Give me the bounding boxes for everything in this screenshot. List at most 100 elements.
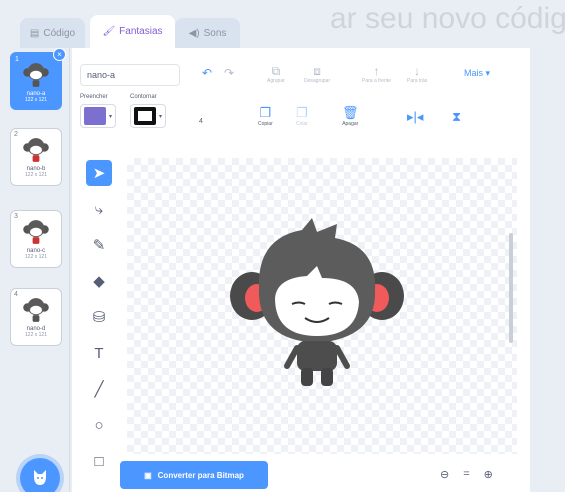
select-tool[interactable]: ➤ bbox=[86, 160, 112, 186]
fill-swatch bbox=[84, 107, 106, 125]
redo-button[interactable]: ↷ bbox=[224, 66, 234, 80]
costume-thumbnail bbox=[23, 220, 49, 244]
zoom-reset-icon[interactable]: = bbox=[463, 468, 469, 481]
reshape-icon: ⤷ bbox=[94, 200, 104, 218]
group-button[interactable]: ⧉ Agrupar bbox=[267, 64, 285, 84]
convert-to-bitmap-button[interactable]: ▣ Converter para Bitmap bbox=[120, 461, 268, 489]
reshape-tool[interactable]: ⤷ bbox=[86, 196, 112, 222]
costume-size: 122 x 121 bbox=[25, 97, 47, 103]
vertical-scrollbar[interactable] bbox=[509, 233, 513, 343]
outline-swatch bbox=[134, 107, 156, 125]
paste-button[interactable]: ❐ Colar bbox=[296, 105, 308, 128]
brush-icon: ✎ bbox=[92, 237, 106, 254]
fill-label: Preencher bbox=[80, 94, 108, 100]
add-costume-button[interactable] bbox=[20, 458, 60, 492]
backward-label: Para trás bbox=[407, 78, 428, 84]
redo-icon: ↷ bbox=[224, 66, 235, 80]
delete-label: Apagar bbox=[342, 121, 359, 127]
costume-item[interactable]: 2 nano-b 122 x 121 bbox=[10, 128, 62, 186]
costume-number: 2 bbox=[14, 131, 18, 138]
paint-bucket-icon: ⛁ bbox=[92, 309, 106, 326]
ungroup-button[interactable]: ⧈ Desagrupar bbox=[304, 64, 330, 84]
delete-button[interactable]: 🗑 Apagar bbox=[342, 105, 359, 128]
fill-color-picker[interactable]: ▾ bbox=[80, 104, 116, 128]
outline-width-value[interactable]: 4 bbox=[199, 118, 203, 125]
zoom-out-icon[interactable]: ⊖ bbox=[440, 468, 449, 481]
group-label: Agrupar bbox=[267, 78, 285, 84]
zoom-controls: ⊖ = ⊕ bbox=[440, 468, 493, 481]
costume-drawing bbox=[230, 218, 404, 386]
outline-color-picker[interactable]: ▾ bbox=[130, 104, 166, 128]
copy-label: Copiar bbox=[258, 121, 273, 127]
fill-tool[interactable]: ⛁ bbox=[86, 304, 112, 330]
arrow-cursor-icon: ➤ bbox=[92, 165, 106, 182]
costume-thumbnail bbox=[23, 138, 49, 162]
eraser-tool[interactable]: ◆ bbox=[86, 268, 112, 294]
more-button[interactable]: Mais ▾ bbox=[464, 68, 490, 79]
costume-size: 122 x 121 bbox=[25, 254, 47, 260]
chevron-down-icon: ▾ bbox=[485, 68, 491, 78]
cat-icon bbox=[34, 470, 46, 485]
tab-label: Fantasias bbox=[119, 26, 163, 37]
backward-button[interactable]: ↓ Para trás bbox=[407, 64, 427, 84]
image-icon: ▣ bbox=[144, 470, 152, 480]
costume-item[interactable]: 4 nano-d 122 x 121 bbox=[10, 288, 62, 346]
rectangle-icon: □ bbox=[94, 452, 104, 470]
arrow-up-icon: ↑ bbox=[373, 64, 380, 78]
costume-thumbnail bbox=[23, 63, 49, 87]
outline-label: Contornar bbox=[130, 94, 157, 100]
line-icon: ╱ bbox=[94, 381, 104, 398]
costume-size: 122 x 121 bbox=[25, 332, 47, 338]
eraser-icon: ◆ bbox=[93, 273, 105, 290]
text-icon: T bbox=[94, 344, 104, 362]
scratch-editor: ▤ Código 🖌 Fantasias ◀) Sons 1 × nano-a … bbox=[0, 0, 530, 492]
paste-label: Colar bbox=[296, 121, 308, 127]
paste-icon: ❐ bbox=[296, 105, 308, 120]
tab-bar: ▤ Código 🖌 Fantasias ◀) Sons bbox=[0, 10, 530, 48]
flip-horizontal-icon: ▸|◂ bbox=[407, 109, 424, 124]
paint-editor: ↶ ↷ ⧉ Agrupar ⧈ Desagrupar ↑ Para a fren… bbox=[72, 48, 530, 492]
costume-thumbnail bbox=[23, 298, 49, 322]
ungroup-icon: ⧈ bbox=[313, 64, 321, 78]
costume-item[interactable]: 3 nano-c 122 x 121 bbox=[10, 210, 62, 268]
caret-down-icon: ▾ bbox=[109, 113, 113, 120]
circle-tool[interactable]: ○ bbox=[86, 412, 112, 438]
rectangle-tool[interactable]: □ bbox=[86, 448, 112, 474]
copy-button[interactable]: ❐ Copiar bbox=[258, 105, 273, 128]
costume-list: 1 × nano-a 122 x 121 2 nano-b 122 x 121 … bbox=[0, 48, 70, 492]
tab-costumes[interactable]: 🖌 Fantasias bbox=[90, 15, 175, 48]
circle-icon: ○ bbox=[94, 416, 104, 434]
convert-label: Converter para Bitmap bbox=[157, 470, 244, 480]
tab-sounds[interactable]: ◀) Sons bbox=[175, 18, 240, 48]
tab-code[interactable]: ▤ Código bbox=[20, 18, 85, 48]
tab-label: Código bbox=[43, 27, 76, 39]
costume-number: 4 bbox=[14, 291, 18, 298]
delete-costume-icon[interactable]: × bbox=[53, 48, 66, 61]
trash-icon: 🗑 bbox=[342, 105, 359, 120]
toolbox: ➤ ⤷ ✎ ◆ ⛁ T ╱ ○ □ bbox=[82, 160, 116, 470]
flip-vertical-button[interactable]: ⧗ bbox=[452, 110, 461, 124]
forward-button[interactable]: ↑ Para a frente bbox=[362, 64, 391, 84]
more-label: Mais bbox=[464, 68, 484, 78]
ungroup-label: Desagrupar bbox=[304, 78, 331, 84]
costume-name-input[interactable] bbox=[80, 64, 180, 86]
flip-horizontal-button[interactable]: ▸|◂ bbox=[407, 110, 423, 124]
caret-down-icon: ▾ bbox=[159, 113, 163, 120]
flip-vertical-icon: ⧗ bbox=[452, 109, 462, 124]
costume-number: 3 bbox=[14, 213, 18, 220]
text-tool[interactable]: T bbox=[86, 340, 112, 366]
copy-icon: ❐ bbox=[259, 105, 272, 120]
tab-label: Sons bbox=[203, 27, 227, 39]
forward-label: Para a frente bbox=[362, 78, 391, 84]
code-icon: ▤ bbox=[29, 27, 40, 39]
undo-icon: ↶ bbox=[202, 66, 213, 80]
group-icon: ⧉ bbox=[271, 64, 281, 78]
zoom-in-icon[interactable]: ⊕ bbox=[484, 468, 493, 481]
undo-button[interactable]: ↶ bbox=[202, 66, 212, 80]
brush-icon: 🖌 bbox=[102, 26, 116, 37]
costume-item[interactable]: 1 × nano-a 122 x 121 bbox=[10, 48, 66, 110]
costume-size: 122 x 121 bbox=[25, 172, 47, 178]
brush-tool[interactable]: ✎ bbox=[86, 232, 112, 258]
line-tool[interactable]: ╱ bbox=[86, 376, 112, 402]
costume-number: 1 bbox=[15, 56, 19, 63]
